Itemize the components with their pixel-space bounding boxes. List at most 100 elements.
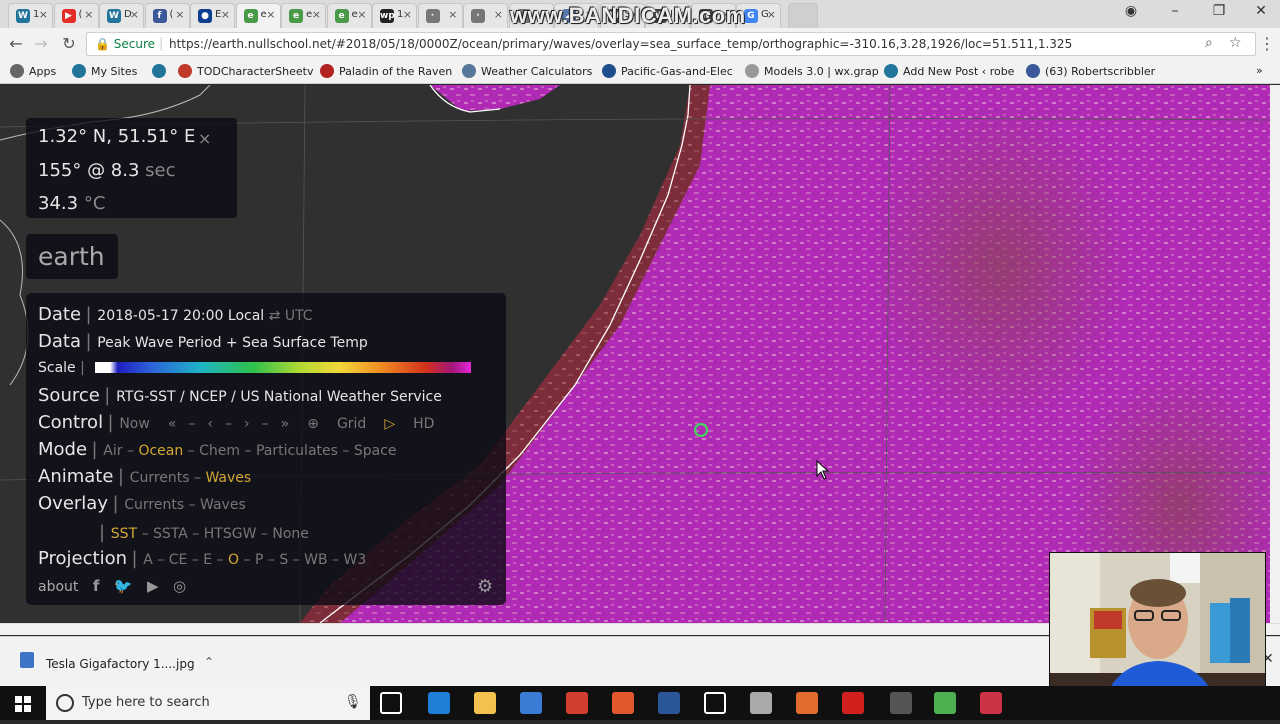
close-tab-icon[interactable]: × — [448, 8, 457, 21]
menu-option[interactable]: Waves — [200, 497, 246, 513]
bookmark-item[interactable]: Apps — [10, 64, 56, 78]
bookmark-item[interactable]: (63) Robertscribbler — [1026, 64, 1155, 78]
menu-option[interactable]: Currents — [124, 497, 184, 513]
control-option[interactable]: ‹ — [207, 416, 213, 432]
close-tab-icon[interactable]: × — [175, 8, 184, 21]
wave-unit[interactable]: sec — [145, 160, 175, 181]
profile-icon[interactable]: ◉ — [1116, 3, 1146, 19]
browser-tab[interactable]: ▶(× — [53, 3, 99, 28]
browser-tab[interactable]: W D × — [99, 3, 144, 28]
menu-option[interactable]: Space — [354, 443, 397, 459]
browser-tab[interactable]: wp 1 × — [372, 3, 417, 28]
browser-tab[interactable]: W 1 × — [8, 3, 53, 28]
reload-icon[interactable]: ↻ — [58, 34, 80, 53]
browser-tab[interactable]: e e × — [235, 3, 281, 28]
close-tab-icon[interactable]: × — [403, 8, 412, 21]
control-option[interactable]: – — [262, 416, 269, 432]
bookmark-item[interactable]: Add New Post ‹ robe — [884, 64, 1014, 78]
menu-option[interactable]: O — [228, 552, 239, 568]
menu-option[interactable]: Ocean — [138, 443, 183, 459]
bookmark-item[interactable] — [152, 64, 171, 78]
twitter-icon[interactable]: 🐦 — [114, 577, 133, 595]
menu-option[interactable]: Chem — [199, 443, 240, 459]
secure-indicator[interactable]: 🔒 Secure — [95, 37, 155, 51]
menu-option[interactable]: Waves — [205, 470, 251, 486]
record-icon[interactable] — [842, 692, 864, 714]
store-icon[interactable] — [520, 692, 542, 714]
menu-option[interactable]: W3 — [344, 552, 367, 568]
mail-icon[interactable] — [704, 692, 726, 714]
instagram-icon[interactable]: ◎ — [173, 577, 186, 595]
menu-option[interactable]: Particulates — [256, 443, 338, 459]
temp-unit[interactable]: °C — [84, 193, 106, 214]
headphones-icon[interactable] — [890, 692, 912, 714]
close-tab-icon[interactable]: × — [357, 8, 366, 21]
file-explorer-icon[interactable] — [474, 692, 496, 714]
control-option[interactable]: Now — [119, 416, 150, 432]
control-option[interactable]: « — [168, 416, 177, 432]
menu-option[interactable]: WB — [304, 552, 327, 568]
browser-tab[interactable]: f(× — [144, 3, 190, 28]
app-icon[interactable] — [750, 692, 772, 714]
earth-menu-button[interactable]: earth — [26, 234, 118, 279]
minimize-button[interactable]: – — [1160, 3, 1190, 19]
windows-start-button[interactable] — [0, 686, 46, 720]
menu-option[interactable]: S — [279, 552, 288, 568]
gear-icon[interactable]: ⚙ — [477, 576, 493, 597]
bookmark-star-icon[interactable]: ☆ — [1229, 35, 1242, 51]
bookmark-item[interactable]: TODCharacterSheetv — [178, 64, 313, 78]
close-tab-icon[interactable]: × — [494, 8, 503, 21]
utc-toggle[interactable]: ⇄ UTC — [269, 308, 313, 324]
back-arrow-icon[interactable]: ← — [5, 34, 27, 53]
chrome-menu-icon[interactable]: ⋮ — [1256, 34, 1278, 53]
date-value[interactable]: 2018-05-17 20:00 Local — [97, 308, 264, 324]
task-view-icon[interactable] — [380, 692, 402, 714]
color-scale-bar[interactable] — [95, 362, 472, 373]
close-tab-icon[interactable]: × — [130, 8, 139, 21]
bookmark-item[interactable]: Pacific-Gas-and-Elec — [602, 64, 733, 78]
close-tab-icon[interactable]: × — [767, 8, 776, 21]
browser-tab[interactable]: e e × — [281, 3, 326, 28]
about-link[interactable]: about — [38, 579, 78, 595]
forward-arrow-icon[interactable]: → — [30, 34, 52, 53]
close-tab-icon[interactable]: × — [266, 8, 275, 21]
menu-option[interactable]: SSTA — [153, 526, 188, 542]
facebook-icon[interactable]: f — [93, 577, 100, 595]
control-option[interactable]: – — [188, 416, 195, 432]
menu-option[interactable]: HTSGW — [204, 526, 257, 542]
menu-option[interactable]: Currents — [130, 470, 190, 486]
new-tab-button[interactable] — [787, 3, 818, 28]
zoom-icon[interactable]: ⌕ — [1205, 35, 1213, 51]
control-option[interactable]: HD — [413, 416, 434, 432]
browser-tab[interactable]: · × — [463, 3, 508, 28]
close-tab-icon[interactable]: × — [39, 8, 48, 21]
download-item[interactable]: Tesla Gigafactory 1....jpg ⌃ — [16, 649, 216, 677]
control-option[interactable]: Grid — [337, 416, 366, 432]
menu-option[interactable]: SST — [111, 526, 137, 542]
close-tab-icon[interactable]: × — [84, 8, 93, 21]
youtube-icon[interactable]: ▶ — [147, 577, 159, 595]
more-bookmarks-icon[interactable]: » — [1256, 64, 1263, 77]
close-tab-icon[interactable]: × — [312, 8, 321, 21]
edge-icon[interactable] — [428, 692, 450, 714]
control-option[interactable]: – — [225, 416, 232, 432]
close-window-button[interactable]: ✕ — [1246, 3, 1276, 19]
browser-tab[interactable]: e e × — [326, 3, 372, 28]
control-option[interactable]: ▷ — [384, 416, 395, 432]
control-option[interactable]: » — [281, 416, 290, 432]
url-text[interactable]: https://earth.nullschool.net/#2018/05/18… — [169, 37, 1072, 51]
bookmark-item[interactable]: My Sites — [72, 64, 137, 78]
chevron-up-icon[interactable]: ⌃ — [204, 655, 214, 669]
bookmark-item[interactable]: Paladin of the Raven — [320, 64, 452, 78]
red-app-icon[interactable] — [566, 692, 588, 714]
word-icon[interactable] — [658, 692, 680, 714]
close-location-button[interactable]: × — [198, 129, 211, 148]
chrome-icon[interactable] — [934, 692, 956, 714]
bookmark-item[interactable]: Weather Calculators — [462, 64, 592, 78]
vertical-scrollbar[interactable] — [1270, 85, 1280, 623]
microphone-icon[interactable]: 🎙 — [344, 694, 362, 710]
maximize-button[interactable]: ❐ — [1204, 3, 1234, 19]
control-option[interactable]: › — [244, 416, 250, 432]
bug-icon[interactable] — [980, 692, 1002, 714]
close-tab-icon[interactable]: × — [221, 8, 230, 21]
